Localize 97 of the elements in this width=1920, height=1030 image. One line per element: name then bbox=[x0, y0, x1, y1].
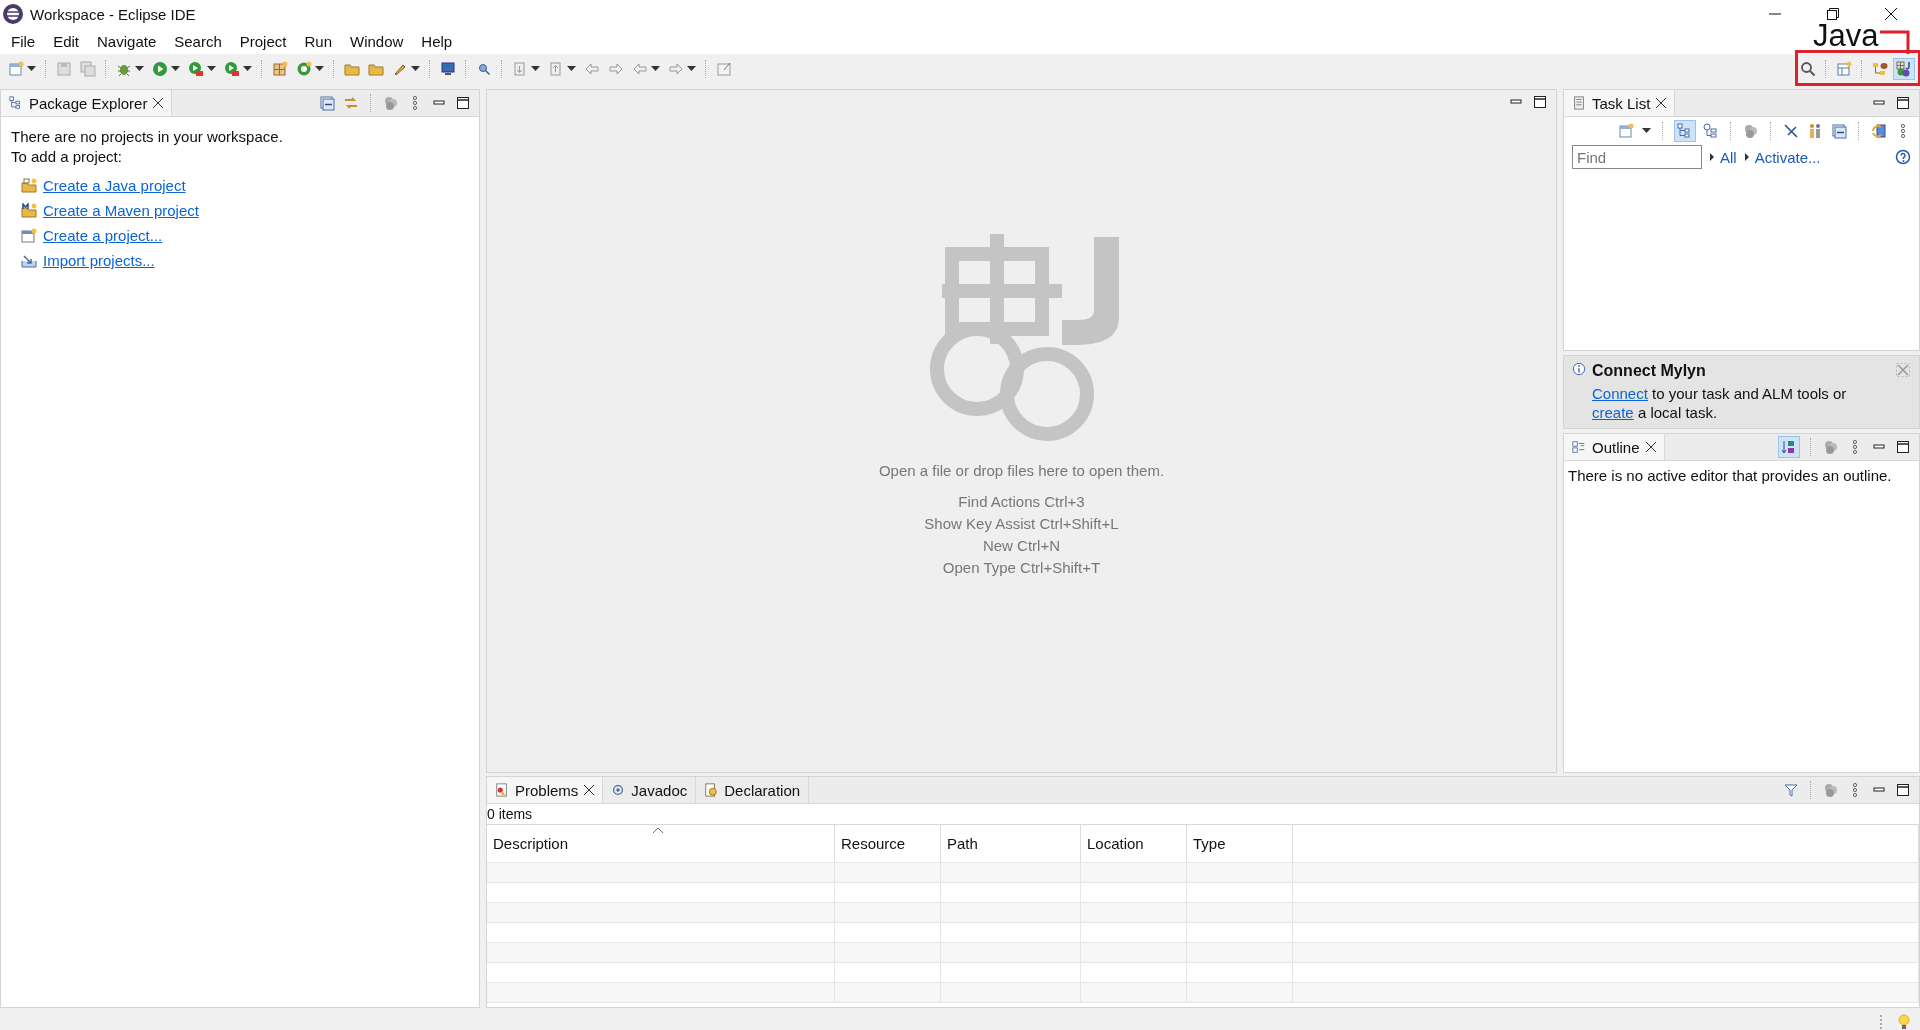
menu-item[interactable]: File bbox=[2, 32, 45, 50]
maximize-icon[interactable] bbox=[1895, 782, 1911, 798]
dropdown-caret-icon[interactable] bbox=[171, 66, 180, 72]
view-tab[interactable]: Problems bbox=[487, 777, 604, 803]
hierarchy-icon[interactable] bbox=[1872, 61, 1888, 77]
shortcut-text: Find Actions Ctrl+3 bbox=[958, 493, 1085, 510]
new-project-icon bbox=[21, 227, 37, 244]
empty-workspace-text: There are no projects in your workspace. bbox=[11, 127, 284, 147]
outline-icon bbox=[1572, 440, 1586, 454]
open-folder-icon[interactable] bbox=[344, 61, 360, 77]
dropdown-caret-icon[interactable] bbox=[207, 66, 216, 72]
back-edit-icon[interactable] bbox=[584, 61, 600, 77]
filter-link[interactable]: Activate... bbox=[1744, 148, 1821, 166]
dropdown-caret-icon[interactable] bbox=[135, 66, 144, 72]
outline-empty-text: There is no active editor that provides an outline. bbox=[1567, 466, 1893, 486]
mylyn-text: a local task. bbox=[1637, 404, 1718, 421]
maximize-icon[interactable] bbox=[1895, 439, 1911, 455]
scheduled-icon[interactable] bbox=[1703, 123, 1719, 139]
hide-completed-icon[interactable] bbox=[1783, 123, 1799, 139]
item-count: 0 items bbox=[487, 804, 1919, 825]
create-project-link[interactable]: Import projects... bbox=[43, 252, 155, 269]
lightbulb-icon[interactable] bbox=[1896, 1013, 1912, 1030]
maven-folder-icon bbox=[21, 202, 37, 219]
create-project-link[interactable]: Create a Maven project bbox=[43, 202, 199, 219]
collapse-all-icon[interactable] bbox=[1831, 123, 1847, 139]
synchronize-icon[interactable] bbox=[1871, 123, 1887, 139]
dropdown-caret-icon[interactable] bbox=[27, 66, 36, 72]
close-tab-icon[interactable] bbox=[1656, 98, 1667, 108]
sort-icon[interactable] bbox=[1781, 439, 1797, 455]
menu-item[interactable]: Project bbox=[230, 32, 296, 50]
package-explorer-tab[interactable]: Package Explorer bbox=[1, 90, 173, 116]
java-folder-icon bbox=[21, 177, 37, 194]
close-tab-icon[interactable] bbox=[1645, 442, 1656, 452]
collapse-all-icon[interactable] bbox=[319, 95, 335, 111]
ring-icon[interactable] bbox=[296, 61, 312, 77]
maximize-icon[interactable] bbox=[455, 95, 471, 111]
menu-item[interactable]: Run bbox=[295, 32, 341, 50]
maximize-icon[interactable] bbox=[1895, 95, 1911, 111]
mylyn-link[interactable]: Connect bbox=[1592, 385, 1648, 402]
info-icon bbox=[1572, 362, 1586, 376]
grid-icon[interactable] bbox=[272, 61, 288, 77]
folder-icon[interactable] bbox=[368, 61, 384, 77]
find-field[interactable]: Find bbox=[1572, 145, 1702, 169]
dropdown-caret-icon[interactable] bbox=[531, 66, 540, 72]
search-icon[interactable] bbox=[1800, 61, 1816, 77]
annotation-label: Java bbox=[1813, 22, 1879, 49]
dropdown-caret-icon[interactable] bbox=[567, 66, 576, 72]
dropdown-caret-icon[interactable] bbox=[687, 66, 696, 72]
people-icon[interactable] bbox=[1807, 123, 1823, 139]
categorized-icon[interactable] bbox=[1677, 123, 1693, 139]
import-icon bbox=[21, 252, 37, 269]
filter-icon[interactable] bbox=[1783, 782, 1799, 798]
run-play-icon[interactable] bbox=[188, 61, 204, 77]
shortcut-text: Open Type Ctrl+Shift+T bbox=[942, 559, 1101, 576]
outline-tab[interactable]: Outline bbox=[1564, 434, 1665, 460]
dropdown-caret-icon[interactable] bbox=[651, 66, 660, 72]
dropdown-caret-icon[interactable] bbox=[315, 66, 324, 72]
menu-item[interactable]: Edit bbox=[44, 32, 89, 50]
close-tab-icon[interactable] bbox=[153, 98, 164, 108]
javadoc-icon bbox=[611, 783, 626, 797]
editor-hint-text: Open a file or drop files here to open them. bbox=[878, 462, 1165, 479]
filter-link[interactable]: All bbox=[1710, 148, 1737, 166]
dropdown-caret-icon[interactable] bbox=[411, 66, 420, 72]
close-icon[interactable] bbox=[1885, 8, 1897, 20]
open-perspective-icon[interactable] bbox=[1836, 61, 1852, 77]
monitor-icon[interactable] bbox=[440, 61, 456, 77]
menu-item[interactable]: Search bbox=[165, 32, 231, 50]
close-tab-icon[interactable] bbox=[584, 785, 595, 795]
connect-mylyn-title: Connect Mylyn bbox=[1592, 362, 1707, 380]
task-list-icon bbox=[1572, 96, 1586, 110]
package-icon bbox=[9, 96, 23, 110]
empty-workspace-text: To add a project: bbox=[11, 147, 123, 167]
shortcut-text: Show Key Assist Ctrl+Shift+L bbox=[924, 515, 1119, 532]
restore-icon[interactable] bbox=[1827, 8, 1839, 20]
mylyn-link[interactable]: create bbox=[1592, 404, 1634, 421]
focus-icon[interactable] bbox=[1743, 123, 1759, 139]
leader-line bbox=[1880, 30, 1912, 54]
declaration-icon bbox=[704, 783, 719, 797]
create-project-link[interactable]: Create a Java project bbox=[43, 177, 186, 194]
java-perspective-icon[interactable] bbox=[1896, 61, 1912, 77]
menu-item[interactable]: Navigate bbox=[88, 32, 166, 50]
menu-item[interactable]: Help bbox=[412, 32, 462, 50]
forward-edit-icon[interactable] bbox=[608, 61, 624, 77]
dropdown-caret-icon[interactable] bbox=[243, 66, 252, 72]
mylyn-text: to your task and ALM tools or bbox=[1652, 385, 1847, 402]
menu-item[interactable]: Window bbox=[341, 32, 413, 50]
sort-caret-icon bbox=[653, 827, 663, 833]
dropdown-caret-icon[interactable] bbox=[1642, 128, 1651, 134]
help-icon[interactable] bbox=[1895, 149, 1911, 165]
create-project-link[interactable]: Create a project... bbox=[43, 227, 163, 244]
run-play-icon[interactable] bbox=[224, 61, 240, 77]
run-icon[interactable] bbox=[152, 61, 168, 77]
window-title: Workspace - Eclipse IDE bbox=[30, 5, 196, 23]
task-list-tab[interactable]: Task List bbox=[1564, 90, 1676, 116]
problems-icon bbox=[495, 783, 509, 797]
shortcut-text: New Ctrl+N bbox=[982, 537, 1061, 554]
maximize-icon[interactable] bbox=[1532, 94, 1548, 110]
